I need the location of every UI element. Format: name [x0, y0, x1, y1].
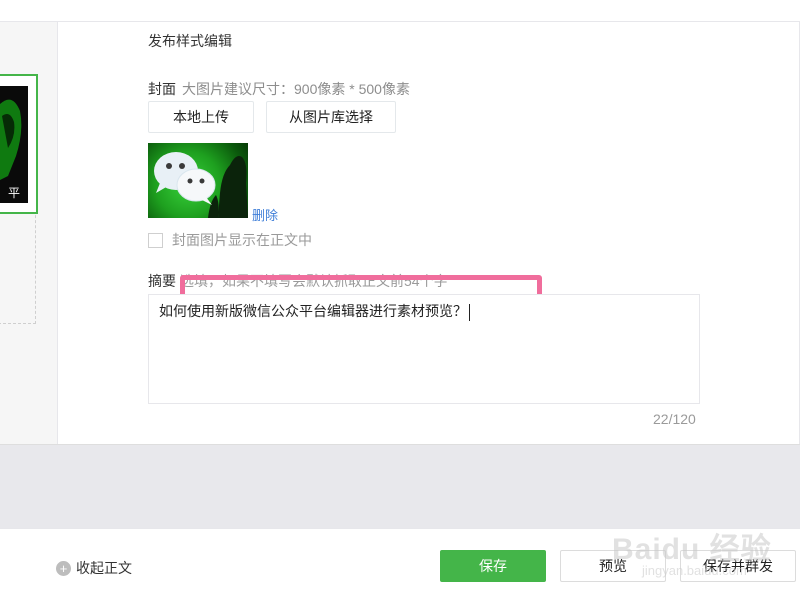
show-cover-in-body-checkbox[interactable] [148, 232, 163, 248]
plus-circle-icon: + [56, 560, 71, 576]
local-upload-button[interactable]: 本地上传 [148, 101, 254, 133]
summary-textarea[interactable]: 如何使用新版微信公众平台编辑器进行素材预览？ [148, 294, 700, 404]
article-list-column: 平 [0, 22, 58, 444]
save-and-send-button[interactable]: 保存并群发 [680, 550, 796, 582]
save-button[interactable]: 保存 [440, 550, 546, 582]
cover-hint: 大图片建议尺寸：900像素 * 500像素 [182, 81, 410, 97]
article-thumbnail-title: 平 [7, 186, 20, 200]
cover-image [148, 143, 248, 218]
editor-main: 发布样式编辑 封面 大图片建议尺寸：900像素 * 500像素 本地上传 从图片库… [59, 22, 800, 444]
top-strip [0, 0, 800, 22]
wechat-logo-icon [154, 152, 248, 218]
summary-text: 如何使用新版微信公众平台编辑器进行素材预览？ [159, 303, 467, 319]
collapse-body-label: 收起正文 [76, 560, 132, 576]
delete-cover-link[interactable]: 删除 [252, 205, 278, 224]
section-title: 发布样式编辑 [148, 33, 232, 49]
cover-label: 封面 [148, 81, 176, 97]
article-thumbnail-card[interactable]: 平 [0, 74, 38, 214]
page-background-band [0, 444, 800, 528]
show-cover-in-body-row[interactable]: 封面图片显示在正文中 [148, 230, 312, 250]
cover-row: 封面 大图片建议尺寸：900像素 * 500像素 [148, 79, 410, 99]
preview-button[interactable]: 预览 [560, 550, 666, 582]
text-cursor [469, 303, 470, 321]
article-thumbnail-image: 平 [0, 86, 28, 203]
summary-label: 摘要 [148, 273, 176, 289]
image-library-button[interactable]: 从图片库选择 [266, 101, 396, 133]
bottom-action-bar: + 收起正文 保存 预览 保存并群发 [0, 528, 800, 600]
summary-char-count: 22/120 [653, 411, 696, 427]
show-cover-in-body-label: 封面图片显示在正文中 [172, 232, 312, 248]
collapse-body-button[interactable]: + 收起正文 [56, 558, 132, 578]
